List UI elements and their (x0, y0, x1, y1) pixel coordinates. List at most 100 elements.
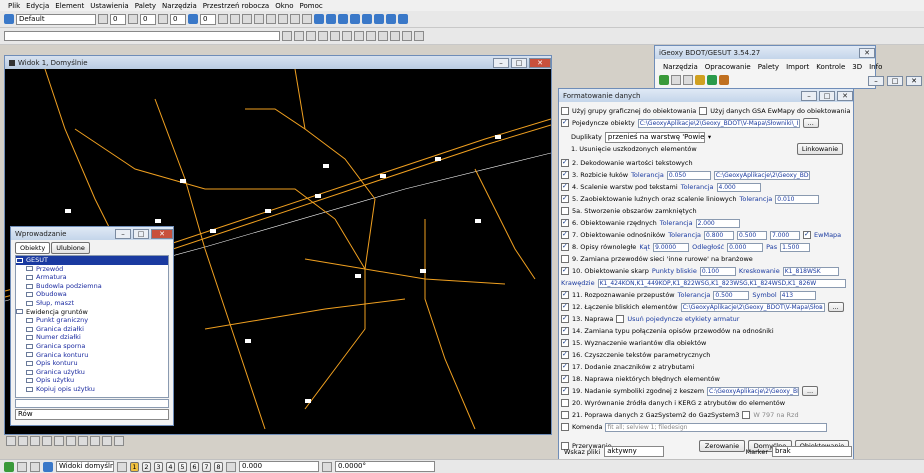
duplicates-select[interactable]: przenieś na warstwę 'Powielone' (604, 131, 705, 143)
view-tool-8-icon[interactable] (90, 435, 100, 446)
igeoxy-menu-kontrole[interactable]: Kontrole (816, 63, 845, 71)
color-value[interactable]: 0 (110, 13, 126, 25)
duplicates-chevron-down-icon[interactable]: ▾ (708, 133, 711, 141)
view-page-1[interactable]: 1 (130, 461, 139, 472)
igeoxy-menu-import[interactable]: Import (786, 63, 809, 71)
igeoxy-menu-palety[interactable]: Palety (758, 63, 779, 71)
tab-obiekty[interactable]: Obiekty (15, 242, 51, 254)
tool-3-icon[interactable] (306, 31, 316, 41)
step2-checkbox[interactable] (561, 158, 569, 168)
coord-field-2[interactable]: 0.0000° (335, 461, 435, 472)
tool-7-icon[interactable] (354, 31, 364, 41)
single-checkbox[interactable] (561, 118, 569, 128)
igeoxy-tool-2-icon[interactable] (671, 75, 681, 85)
views-tool-icon[interactable] (117, 461, 127, 472)
step3-tol-input[interactable]: 0.050 (666, 170, 711, 180)
linking-button[interactable]: Linkowanie (797, 143, 843, 156)
tool-b-icon[interactable] (326, 14, 336, 24)
linestyle-icon[interactable] (128, 14, 138, 24)
tree-item[interactable]: Granica sporna (16, 342, 168, 351)
zoom-out-icon[interactable] (42, 435, 52, 446)
tree-item[interactable]: Opis użytku (16, 376, 168, 385)
nav-tool-icon[interactable] (30, 461, 40, 472)
step6-checkbox[interactable] (561, 218, 569, 228)
step11-checkbox[interactable] (561, 290, 569, 300)
tree-item[interactable]: Ewidencja gruntów (16, 308, 168, 317)
menu-ustawienia[interactable]: Ustawienia (90, 2, 128, 10)
view-page-6[interactable]: 6 (190, 461, 199, 472)
menu-palety[interactable]: Palety (135, 2, 156, 10)
tool-1-icon[interactable] (282, 31, 292, 41)
tool-g-icon[interactable] (386, 14, 396, 24)
text-tool-icon[interactable] (218, 14, 228, 24)
igeoxy-tool-5-icon[interactable] (707, 75, 717, 85)
tool-2-icon[interactable] (294, 31, 304, 41)
view-page-8[interactable]: 8 (214, 461, 223, 472)
step9-checkbox[interactable] (561, 255, 569, 264)
view-tool-2-icon[interactable] (18, 435, 28, 446)
view-page-5[interactable]: 5 (178, 461, 187, 472)
format-close-button[interactable]: ✕ (837, 90, 853, 101)
step18-checkbox[interactable] (561, 374, 569, 384)
tree-item[interactable]: Obudowa (16, 290, 168, 299)
bg-maximize-button[interactable]: □ (887, 76, 903, 86)
step19-path-input[interactable]: C:\GeoxyAplikacje\2\Geoxy_BDOT\V-N (707, 386, 800, 396)
step11-tol-input[interactable]: 0.500 (713, 290, 750, 300)
igeoxy-menu-info[interactable]: Info (869, 63, 882, 71)
step7-checkbox[interactable] (561, 230, 569, 240)
tool-a-icon[interactable] (314, 14, 324, 24)
abc-icon[interactable] (254, 14, 264, 24)
step5-checkbox[interactable] (561, 194, 569, 204)
close-button[interactable]: ✕ (529, 57, 551, 68)
pkt-input[interactable]: 0.100 (699, 266, 736, 276)
menu-okno[interactable]: Okno (275, 2, 293, 10)
bg-close-button[interactable]: ✕ (906, 76, 922, 86)
menu-plik[interactable]: Plik (8, 2, 20, 10)
text-edit-icon[interactable] (230, 14, 240, 24)
symbol-input[interactable]: 413 (779, 290, 816, 300)
igeoxy-menu-opracowanie[interactable]: Opracowanie (705, 63, 751, 71)
font-icon[interactable] (266, 14, 276, 24)
step12-checkbox[interactable] (561, 302, 569, 312)
bold-icon[interactable] (302, 14, 312, 24)
minimize-button[interactable]: – (493, 57, 509, 68)
tree-item[interactable]: Budowla podziemna (16, 282, 168, 291)
entry-tree[interactable]: GESUT Przewód Armatura Budowla podziemna… (15, 255, 169, 398)
entry-bottom-select[interactable]: Rów (15, 409, 169, 420)
tool-h-icon[interactable] (398, 14, 408, 24)
step7-tol-input-2[interactable]: 0.500 (737, 230, 768, 240)
maximize-button[interactable]: □ (511, 57, 527, 68)
tree-item[interactable]: Słup, maszt (16, 299, 168, 308)
pan-icon[interactable] (66, 435, 76, 446)
menu-edycja[interactable]: Edycja (26, 2, 49, 10)
step6-tol-input[interactable]: 2.000 (695, 218, 740, 228)
transparency-icon[interactable] (188, 14, 198, 24)
tree-item[interactable]: Granica konturu (16, 351, 168, 360)
tree-item[interactable]: Granica działki (16, 325, 168, 334)
step3-path-input[interactable]: C:\GeoxyAplikacje\2\Geoxy_BDOT\ (713, 170, 810, 180)
weight-value[interactable]: 0 (170, 13, 186, 25)
step17-checkbox[interactable] (561, 362, 569, 372)
key-in-field[interactable] (4, 31, 280, 41)
igeoxy-close-button[interactable]: ✕ (859, 47, 875, 58)
tree-item[interactable]: Granica użytku (16, 368, 168, 377)
view-tool-10-icon[interactable] (114, 435, 124, 446)
step5-tol-input[interactable]: 0.010 (775, 194, 820, 204)
tool-5-icon[interactable] (330, 31, 340, 41)
kat-input[interactable]: 9.0000 (653, 242, 690, 252)
tab-ulubione[interactable]: Ulubione (51, 242, 90, 254)
entry-close-button[interactable]: ✕ (151, 228, 173, 239)
bg-minimize-button[interactable]: – (868, 76, 884, 86)
views-select[interactable]: Widoki domyślne (56, 461, 114, 472)
tool-d-icon[interactable] (350, 14, 360, 24)
marker-select[interactable]: brak (772, 446, 852, 457)
tool-c-icon[interactable] (338, 14, 348, 24)
tree-item[interactable]: Opis konturu (16, 359, 168, 368)
step13-checkbox[interactable] (561, 314, 569, 324)
tool-e-icon[interactable] (362, 14, 372, 24)
entry-maximize-button[interactable]: □ (133, 228, 149, 239)
view-tool-1-icon[interactable] (6, 435, 16, 446)
tool-f-icon[interactable] (374, 14, 384, 24)
tool-9-icon[interactable] (378, 31, 388, 41)
weight-icon[interactable] (158, 14, 168, 24)
